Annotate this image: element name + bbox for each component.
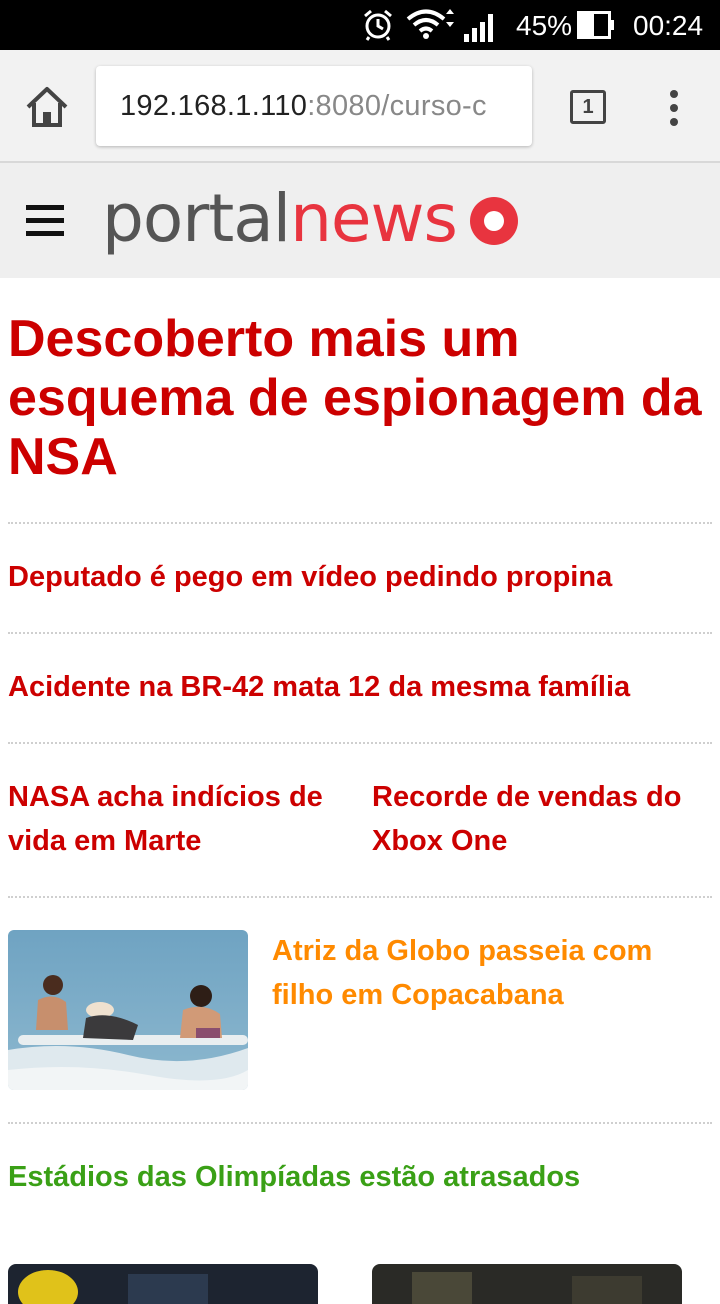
- divider: [8, 896, 712, 898]
- article-image-left[interactable]: [8, 1264, 318, 1304]
- headline-atriz[interactable]: Atriz da Globo passeia com filho em Copa…: [272, 929, 712, 1017]
- logo-news: news: [290, 179, 458, 257]
- headline-acidente[interactable]: Acidente na BR-42 mata 12 da mesma famíl…: [8, 665, 712, 709]
- site-header: portal news: [0, 163, 720, 278]
- headline-deputado[interactable]: Deputado é pego em vídeo pedindo propina: [8, 555, 712, 599]
- divider: [8, 742, 712, 744]
- headline-xbox[interactable]: Recorde de vendas do Xbox One: [372, 775, 712, 863]
- battery-percent: 45%: [516, 10, 573, 41]
- signal-icon: [464, 14, 493, 42]
- tab-count: 1: [582, 96, 594, 118]
- tabs-button[interactable]: 1: [570, 90, 606, 124]
- wifi-icon: [406, 9, 454, 39]
- logo-portal: portal: [102, 179, 291, 257]
- address-bar[interactable]: 192.168.1.110:8080/curso-c: [96, 66, 532, 146]
- browser-toolbar: 192.168.1.110:8080/curso-c 1: [0, 50, 720, 163]
- url-host: 192.168.1.110: [120, 90, 308, 122]
- clock: 00:24: [633, 10, 704, 41]
- logo-record-icon: [469, 197, 518, 245]
- hamburger-menu-icon[interactable]: [26, 203, 64, 237]
- overflow-menu-icon[interactable]: [664, 88, 684, 128]
- home-icon[interactable]: [24, 86, 70, 128]
- article-image-right[interactable]: [372, 1264, 682, 1304]
- lead-headline[interactable]: Descoberto mais um esquema de espionagem…: [8, 310, 712, 487]
- battery-icon: [577, 11, 614, 39]
- site-logo[interactable]: portal news: [102, 173, 519, 263]
- divider: [8, 522, 712, 524]
- status-bar: 45% 00:24: [0, 0, 720, 50]
- headline-nasa[interactable]: NASA acha indícios de vida em Marte: [8, 775, 348, 863]
- alarm-icon: [364, 9, 392, 41]
- divider: [8, 1122, 712, 1124]
- beach-photo-thumbnail[interactable]: [8, 930, 248, 1090]
- url-path: :8080/curso-c: [307, 90, 487, 122]
- divider: [8, 632, 712, 634]
- headline-estadios[interactable]: Estádios das Olimpíadas estão atrasados: [8, 1155, 712, 1199]
- url-text: 192.168.1.110:8080/curso-c: [120, 90, 487, 123]
